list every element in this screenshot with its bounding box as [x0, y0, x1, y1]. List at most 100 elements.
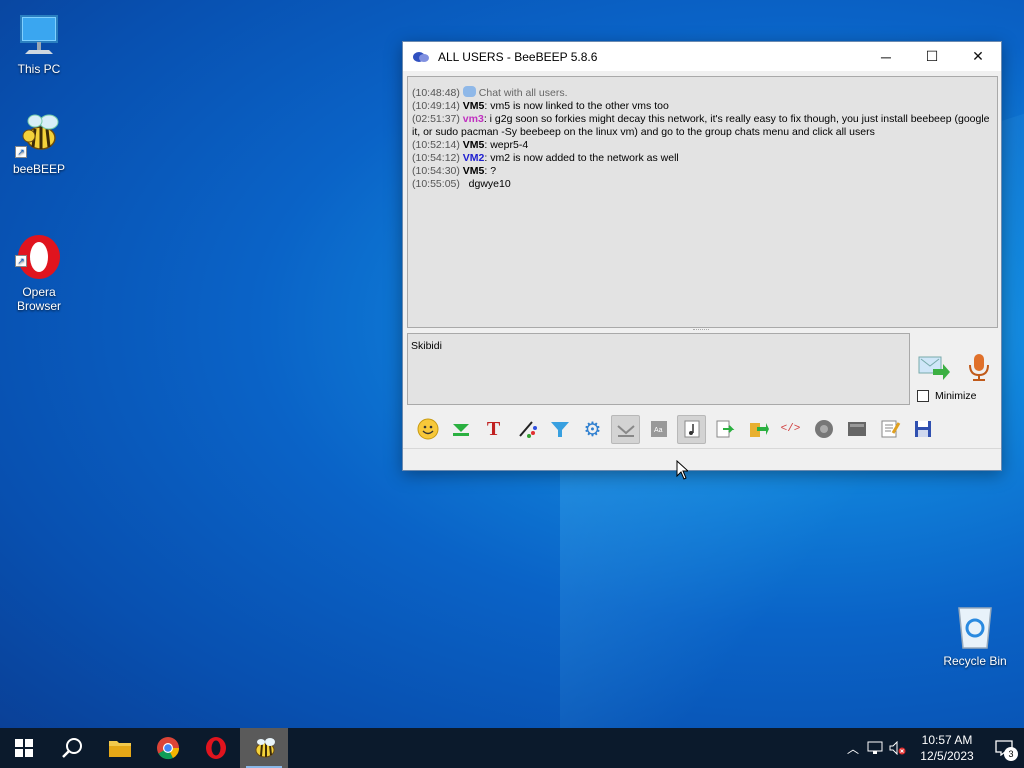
sender-name[interactable]: vm3: [463, 113, 484, 125]
chrome-button[interactable]: [144, 728, 192, 768]
file-explorer-button[interactable]: [96, 728, 144, 768]
timestamp: (02:51:37): [412, 113, 460, 125]
clock-time: 10:57 AM: [921, 733, 973, 747]
message-text: Chat with all users.: [478, 87, 568, 99]
network-icon: [867, 741, 883, 754]
shortcut-arrow-icon: ↗: [15, 255, 27, 267]
message-text: dgwye10: [468, 178, 511, 190]
status-bar: [403, 448, 1001, 470]
desktop-icon-opera[interactable]: ↗ Opera Browser: [0, 205, 78, 327]
desktop-icon-label: beeBEEP: [12, 162, 66, 176]
minimize-checkbox[interactable]: [917, 390, 929, 402]
sender-name[interactable]: VM5: [463, 100, 485, 112]
chat-message: (10:54:12) VM2: vm2 is now added to the …: [412, 152, 993, 165]
chat-message: (10:54:30) VM5: ?: [412, 165, 993, 178]
bee-icon: ↗: [15, 110, 63, 158]
message-text: : ?: [484, 165, 497, 177]
desktop-icon-recycle-bin[interactable]: Recycle Bin: [936, 602, 1014, 668]
desktop-icon-label: Recycle Bin: [943, 654, 1007, 668]
windows-logo-icon: [15, 739, 33, 757]
taskbar-clock[interactable]: 10:57 AM 12/5/2023: [910, 732, 984, 764]
chat-message: (10:55:05) dgwye10: [412, 178, 993, 191]
save-icon[interactable]: [908, 415, 937, 444]
clock-date: 12/5/2023: [920, 749, 974, 763]
sender-name[interactable]: VM5: [463, 165, 485, 177]
settings-gear-icon[interactable]: ⚙: [578, 415, 607, 444]
chat-toolbar: T ⚙ Aa </>: [407, 412, 937, 446]
network-button[interactable]: [864, 728, 886, 768]
font-size-icon[interactable]: Aa: [644, 415, 673, 444]
minimize-label: Minimize: [935, 390, 977, 402]
record-icon[interactable]: [809, 415, 838, 444]
message-text: : vm5 is now linked to the other vms too: [484, 100, 669, 112]
desktop-icon-label: Opera Browser: [16, 285, 61, 313]
start-button[interactable]: [0, 728, 48, 768]
timestamp: (10:49:14): [412, 100, 460, 112]
music-note-icon[interactable]: [677, 414, 706, 444]
chat-message: (10:52:14) VM5: wepr5-4: [412, 139, 993, 152]
export-icon[interactable]: [710, 415, 739, 444]
desktop-icon-label: This PC: [17, 62, 61, 76]
timestamp: (10:54:30): [412, 165, 460, 177]
chevron-up-icon: ︿: [846, 741, 859, 756]
opera-icon: ↗: [15, 219, 63, 279]
sender-name[interactable]: VM5: [463, 139, 485, 151]
show-hidden-icons-button[interactable]: ︿: [842, 728, 864, 768]
message-text: : wepr5-4: [484, 139, 529, 151]
message-input[interactable]: Skibidi: [407, 333, 910, 405]
opera-icon: [206, 737, 226, 759]
minimize-window-button[interactable]: ─: [863, 42, 909, 71]
send-icon: [918, 356, 950, 380]
sender-name[interactable]: VM2: [463, 152, 485, 164]
window-title: ALL USERS - BeeBEEP 5.8.6: [438, 49, 598, 64]
microphone-icon: [969, 354, 989, 381]
timestamp: (10:48:48): [412, 87, 460, 99]
compact-view-icon[interactable]: [611, 414, 640, 444]
minimize-option[interactable]: Minimize: [917, 390, 976, 402]
message-text: : i g2g soon so forkies might decay this…: [412, 113, 990, 138]
chat-message: (10:48:48) Chat with all users.: [412, 86, 993, 100]
window-titlebar[interactable]: ALL USERS - BeeBEEP 5.8.6 ─ ☐ ✕: [403, 42, 1001, 71]
volume-muted-icon: [889, 741, 906, 755]
timestamp: (10:54:12): [412, 152, 460, 164]
search-icon: [62, 738, 82, 758]
message-text: : vm2 is now added to the network as wel…: [484, 152, 679, 164]
taskbar: ︿ 10:57 AM 12/5/2023 3: [0, 728, 1024, 768]
voice-message-button[interactable]: [965, 352, 993, 382]
mouse-cursor-icon: [676, 460, 688, 480]
emoticon-icon[interactable]: [413, 415, 442, 444]
system-tray: ︿ 10:57 AM 12/5/2023 3: [842, 728, 1024, 768]
beebeep-taskbar-button[interactable]: [240, 728, 288, 768]
beebeep-window: ALL USERS - BeeBEEP 5.8.6 ─ ☐ ✕ (10:48:4…: [402, 41, 1002, 471]
color-picker-icon[interactable]: [512, 415, 541, 444]
screenshot-icon[interactable]: [842, 415, 871, 444]
opera-button[interactable]: [192, 728, 240, 768]
font-icon[interactable]: T: [479, 415, 508, 444]
desktop-icon-beebeep[interactable]: ↗ beeBEEP: [0, 110, 78, 176]
desktop-icon-this-pc[interactable]: This PC: [0, 10, 78, 76]
code-icon[interactable]: </>: [776, 415, 805, 444]
volume-button[interactable]: [886, 728, 910, 768]
notification-count-badge: 3: [1004, 747, 1018, 761]
notes-icon[interactable]: [875, 415, 904, 444]
close-window-button[interactable]: ✕: [955, 42, 1001, 71]
timestamp: (10:55:05): [412, 178, 460, 190]
filter-icon[interactable]: [545, 415, 574, 444]
chat-bubble-icon: [462, 86, 476, 97]
send-file-icon[interactable]: [743, 415, 772, 444]
download-icon[interactable]: [446, 415, 475, 444]
folder-icon: [109, 741, 131, 757]
chat-history[interactable]: (10:48:48) Chat with all users. (10:49:1…: [407, 76, 998, 328]
svg-text:Aa: Aa: [654, 427, 663, 434]
action-center-button[interactable]: 3: [984, 728, 1024, 768]
chat-app-icon: [413, 51, 429, 62]
shortcut-arrow-icon: ↗: [15, 146, 27, 158]
chat-message: (02:51:37) vm3: i g2g soon so forkies mi…: [412, 113, 993, 139]
splitter-handle[interactable]: [693, 329, 709, 332]
timestamp: (10:52:14): [412, 139, 460, 151]
maximize-window-button[interactable]: ☐: [909, 42, 955, 71]
search-button[interactable]: [48, 728, 96, 768]
bee-icon: [255, 738, 275, 758]
recycle-bin-icon: [951, 602, 999, 650]
send-message-button[interactable]: [917, 353, 951, 381]
